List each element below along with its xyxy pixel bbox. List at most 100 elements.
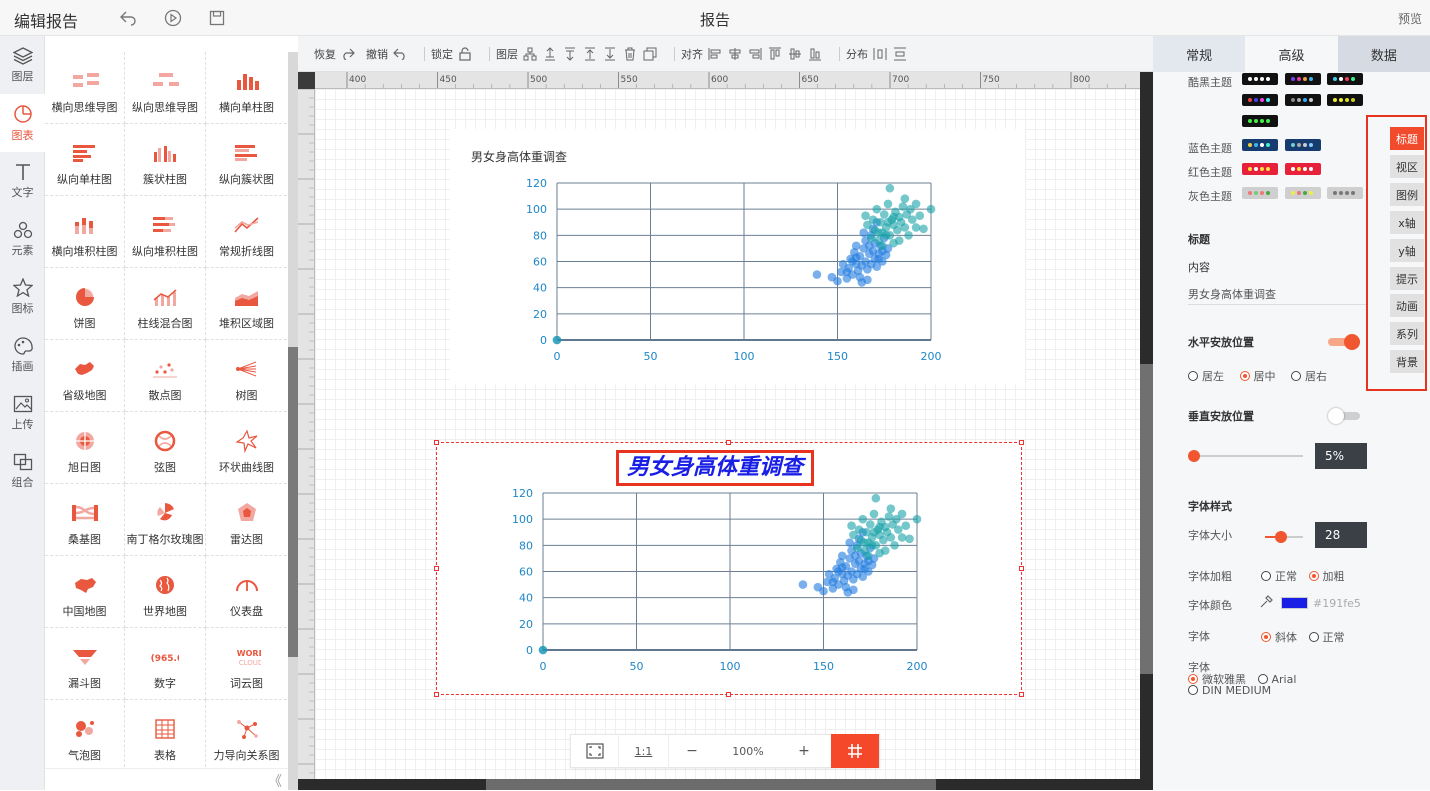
theme-swatch[interactable]	[1242, 94, 1278, 106]
nav-icons[interactable]: 图标	[0, 268, 45, 326]
align-bottom-icon[interactable]	[807, 46, 823, 62]
side-tab-animation[interactable]: 动画	[1390, 294, 1424, 317]
save-icon[interactable]	[207, 8, 227, 28]
side-tab-yaxis[interactable]: y轴	[1390, 239, 1424, 262]
palette-item[interactable]: 力导向关系图	[206, 700, 287, 768]
actual-size-button[interactable]: 1:1	[619, 734, 669, 768]
preview-button[interactable]: 预览	[1398, 10, 1422, 27]
palette-item[interactable]: 柱线混合图	[125, 268, 206, 340]
radio-italic[interactable]: 斜体	[1261, 631, 1297, 644]
layer-tree-icon[interactable]	[522, 46, 538, 62]
palette-item[interactable]: 环状曲线图	[206, 412, 287, 484]
palette-item[interactable]: 中国地图	[45, 556, 125, 628]
align-middle-icon[interactable]	[787, 46, 803, 62]
resize-handle[interactable]	[726, 692, 731, 697]
resize-handle[interactable]	[434, 566, 439, 571]
scroll-thumb[interactable]	[1140, 364, 1153, 674]
align-right-icon[interactable]	[747, 46, 763, 62]
palette-item[interactable]: 纵向堆积柱图	[125, 196, 206, 268]
palette-item[interactable]: 世界地图	[125, 556, 206, 628]
lock-button[interactable]: 锁定	[431, 46, 477, 62]
tab-general[interactable]: 常规	[1153, 36, 1246, 72]
resize-handle[interactable]	[434, 440, 439, 445]
tab-data[interactable]: 数据	[1337, 36, 1430, 72]
distribute-horizontal-icon[interactable]	[872, 46, 888, 62]
palette-item[interactable]: 簇状柱图	[125, 124, 206, 196]
theme-swatch[interactable]	[1284, 163, 1321, 175]
palette-item[interactable]: 横向思维导图	[45, 52, 125, 124]
slider-thumb[interactable]	[1188, 450, 1200, 462]
font-size-slider[interactable]	[1265, 531, 1303, 543]
eyedropper-icon[interactable]	[1259, 595, 1273, 612]
nav-illustrations[interactable]: 插画	[0, 326, 45, 384]
theme-swatch[interactable]	[1327, 73, 1363, 85]
palette-item[interactable]: 南丁格尔玫瑰图	[125, 484, 206, 556]
theme-swatch[interactable]	[1284, 73, 1321, 85]
side-tab-xaxis[interactable]: x轴	[1390, 211, 1424, 234]
copy-icon[interactable]	[642, 46, 658, 62]
side-tab-tooltip[interactable]: 提示	[1390, 267, 1424, 290]
palette-item[interactable]: 表格	[125, 700, 206, 768]
scroll-thumb[interactable]	[486, 779, 936, 790]
undo-icon[interactable]	[118, 8, 138, 28]
scroll-thumb[interactable]	[288, 347, 298, 657]
resize-handle[interactable]	[1019, 692, 1024, 697]
palette-item[interactable]: WORDCLOUD 词云图	[206, 628, 287, 700]
theme-swatch[interactable]	[1327, 94, 1363, 106]
zoom-out-button[interactable]: −	[669, 734, 715, 768]
palette-item[interactable]: 雷达图	[206, 484, 287, 556]
bring-forward-icon[interactable]	[542, 46, 558, 62]
palette-item[interactable]: 仪表盘	[206, 556, 287, 628]
palette-item[interactable]: 气泡图	[45, 700, 125, 768]
chart-widget-1[interactable]: 男女身高体重调查 0 20 40 60 80 100 120 0 50 100 150 200	[450, 129, 1025, 384]
theme-swatch[interactable]	[1284, 94, 1321, 106]
align-left-icon[interactable]	[707, 46, 723, 62]
palette-item[interactable]: 饼图	[45, 268, 125, 340]
play-icon[interactable]	[163, 8, 183, 28]
side-tab-background[interactable]: 背景	[1390, 350, 1424, 373]
resize-handle[interactable]	[1019, 566, 1024, 571]
palette-item[interactable]: 旭日图	[45, 412, 125, 484]
palette-item[interactable]: 横向单柱图	[206, 52, 287, 124]
palette-item[interactable]: 横向堆积柱图	[45, 196, 125, 268]
radio-bold[interactable]: 加粗	[1308, 570, 1345, 583]
undo-button[interactable]: 撤销	[366, 46, 412, 62]
content-input[interactable]: 男女身高体重调查	[1188, 286, 1366, 305]
slider-thumb[interactable]	[1275, 531, 1287, 543]
theme-swatch[interactable]	[1284, 187, 1321, 199]
side-tab-viewport[interactable]: 视区	[1390, 155, 1424, 178]
theme-swatch[interactable]	[1242, 115, 1278, 127]
nav-charts[interactable]: 图表	[0, 94, 45, 152]
send-to-back-icon[interactable]	[602, 46, 618, 62]
nav-elements[interactable]: 元素	[0, 210, 45, 268]
palette-item[interactable]: 省级地图	[45, 340, 125, 412]
canvas-horizontal-scrollbar[interactable]	[298, 779, 1140, 790]
side-tab-title[interactable]: 标题	[1390, 127, 1424, 150]
fit-screen-button[interactable]	[571, 734, 619, 768]
palette-item[interactable]: 纵向簇状图	[206, 124, 287, 196]
distribute-vertical-icon[interactable]	[892, 46, 908, 62]
palette-item[interactable]: 纵向思维导图	[125, 52, 206, 124]
palette-item[interactable]: 散点图	[125, 340, 206, 412]
vertical-value-box[interactable]: 5%	[1315, 443, 1367, 469]
theme-swatch[interactable]	[1242, 139, 1278, 151]
send-backward-icon[interactable]	[562, 46, 578, 62]
palette-scrollbar[interactable]	[288, 52, 298, 790]
palette-item[interactable]: 弦图	[125, 412, 206, 484]
palette-item[interactable]: (965.0) 数字	[125, 628, 206, 700]
selection-box[interactable]	[436, 442, 1022, 695]
radio-din[interactable]: DIN MEDIUM	[1188, 684, 1271, 697]
nav-text[interactable]: 文字	[0, 152, 45, 210]
nav-group[interactable]: 组合	[0, 442, 45, 500]
theme-swatch[interactable]	[1242, 163, 1278, 175]
nav-upload[interactable]: 上传	[0, 384, 45, 442]
palette-item[interactable]: 纵向单柱图	[45, 124, 125, 196]
vertical-slider[interactable]	[1188, 450, 1303, 462]
palette-item[interactable]: 树图	[206, 340, 287, 412]
redo-button[interactable]: 恢复	[314, 46, 360, 62]
palette-item[interactable]: 常规折线图	[206, 196, 287, 268]
grid-toggle-button[interactable]	[831, 734, 879, 768]
collapse-icon[interactable]: 《	[268, 771, 282, 791]
resize-handle[interactable]	[1019, 440, 1024, 445]
theme-swatch[interactable]	[1242, 73, 1278, 85]
